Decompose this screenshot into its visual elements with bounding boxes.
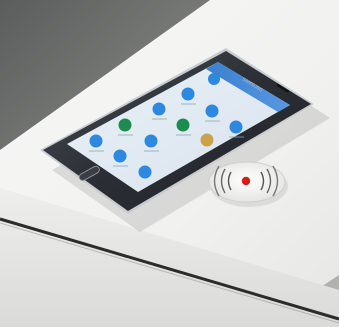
app-icon: [229, 120, 243, 134]
app-icon: [89, 134, 103, 148]
app-icon: [138, 165, 152, 179]
app-icon: [200, 133, 214, 147]
scene-svg: SAMSUNG: [0, 0, 339, 327]
nfc-reader: [208, 161, 288, 207]
app-icon: [118, 118, 132, 132]
app-icon: [144, 134, 158, 148]
app-icon: [205, 104, 219, 118]
app-icon: [181, 87, 195, 101]
app-icon: [152, 102, 166, 116]
product-photo: SAMSUNG: [0, 0, 339, 327]
reader-led: [241, 176, 251, 186]
app-icon: [176, 118, 190, 132]
app-icon: [113, 149, 127, 163]
app-icon: [208, 73, 220, 85]
